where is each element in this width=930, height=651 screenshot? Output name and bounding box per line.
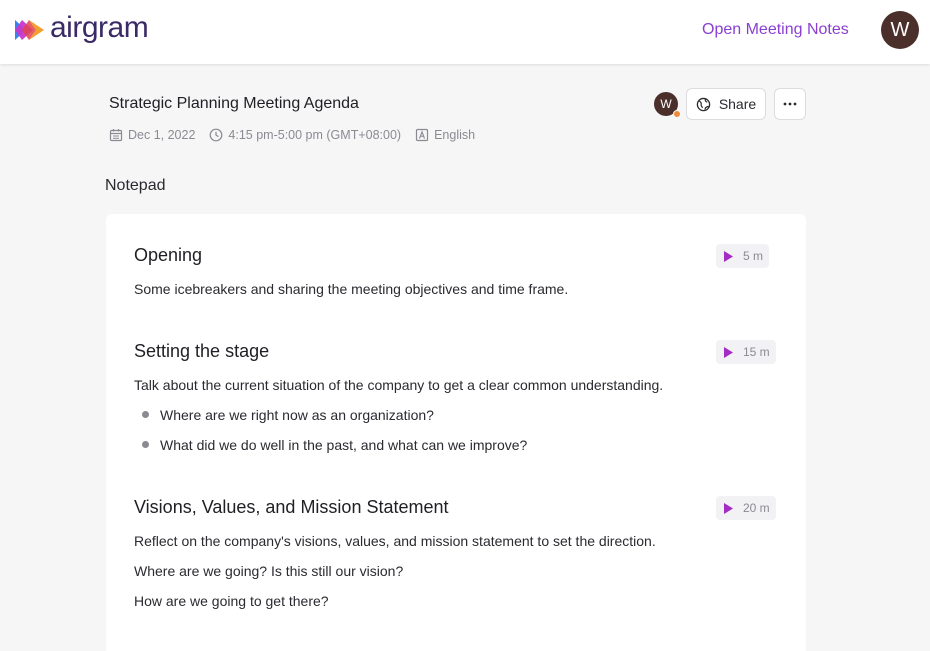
section-title-visions-values-mission[interactable]: Visions, Values, and Mission Statement xyxy=(134,497,449,518)
share-button[interactable]: Share xyxy=(686,88,766,120)
calendar-icon xyxy=(109,129,123,142)
share-label: Share xyxy=(718,96,757,112)
bullet-dot xyxy=(142,441,149,448)
presence-indicator xyxy=(673,110,681,118)
list-item[interactable]: Where are we right now as an organizatio… xyxy=(160,407,434,423)
section-title-opening[interactable]: Opening xyxy=(134,245,202,266)
section-duration: 15 m xyxy=(743,345,770,359)
list-item[interactable]: What did we do well in the past, and wha… xyxy=(160,437,527,453)
section-text[interactable]: How are we going to get there? xyxy=(134,593,329,609)
section-duration: 5 m xyxy=(743,249,764,263)
section-timer-opening[interactable]: 5 m xyxy=(716,244,770,268)
meeting-date-text: Dec 1, 2022 xyxy=(128,128,196,142)
airgram-logo-icon xyxy=(15,20,44,40)
notepad-card xyxy=(106,214,806,651)
more-options-button[interactable] xyxy=(774,88,806,120)
meeting-date: Dec 1, 2022 xyxy=(109,128,195,142)
open-meeting-notes-link[interactable]: Open Meeting Notes xyxy=(702,21,849,39)
meeting-title: Strategic Planning Meeting Agenda xyxy=(109,95,359,112)
globe-icon xyxy=(696,97,711,111)
section-text[interactable]: Where are we going? Is this still our vi… xyxy=(134,563,403,579)
section-duration: 20 m xyxy=(743,501,770,515)
section-title-setting-the-stage[interactable]: Setting the stage xyxy=(134,341,269,362)
meeting-time-text: 4:15 pm-5:00 pm (GMT+08:00) xyxy=(228,128,402,142)
meeting-language-text: English xyxy=(434,128,476,142)
meeting-meta: Dec 1, 2022 4:15 pm-5:00 pm (GMT+08:00) … xyxy=(109,127,489,143)
play-icon xyxy=(724,502,733,514)
logo-text: airgram xyxy=(50,11,149,44)
notepad-heading: Notepad xyxy=(105,177,166,194)
bullet-dot xyxy=(142,411,149,418)
section-timer-setting-the-stage[interactable]: 15 m xyxy=(716,340,776,364)
user-avatar[interactable]: W xyxy=(881,11,919,49)
section-text[interactable]: Reflect on the company's visions, values… xyxy=(134,533,656,549)
language-icon xyxy=(415,128,429,142)
meeting-language[interactable]: English xyxy=(415,128,475,142)
meeting-time: 4:15 pm-5:00 pm (GMT+08:00) xyxy=(209,128,401,142)
section-timer-visions-values-mission[interactable]: 20 m xyxy=(716,496,776,520)
top-bar: airgram Open Meeting Notes W xyxy=(0,0,930,64)
clock-icon xyxy=(210,128,223,142)
play-icon xyxy=(724,346,733,358)
section-text[interactable]: Some icebreakers and sharing the meeting… xyxy=(134,281,568,297)
play-icon xyxy=(724,250,733,262)
more-icon xyxy=(783,102,797,106)
airgram-logo[interactable]: airgram xyxy=(14,11,149,46)
section-text[interactable]: Talk about the current situation of the … xyxy=(134,377,663,393)
